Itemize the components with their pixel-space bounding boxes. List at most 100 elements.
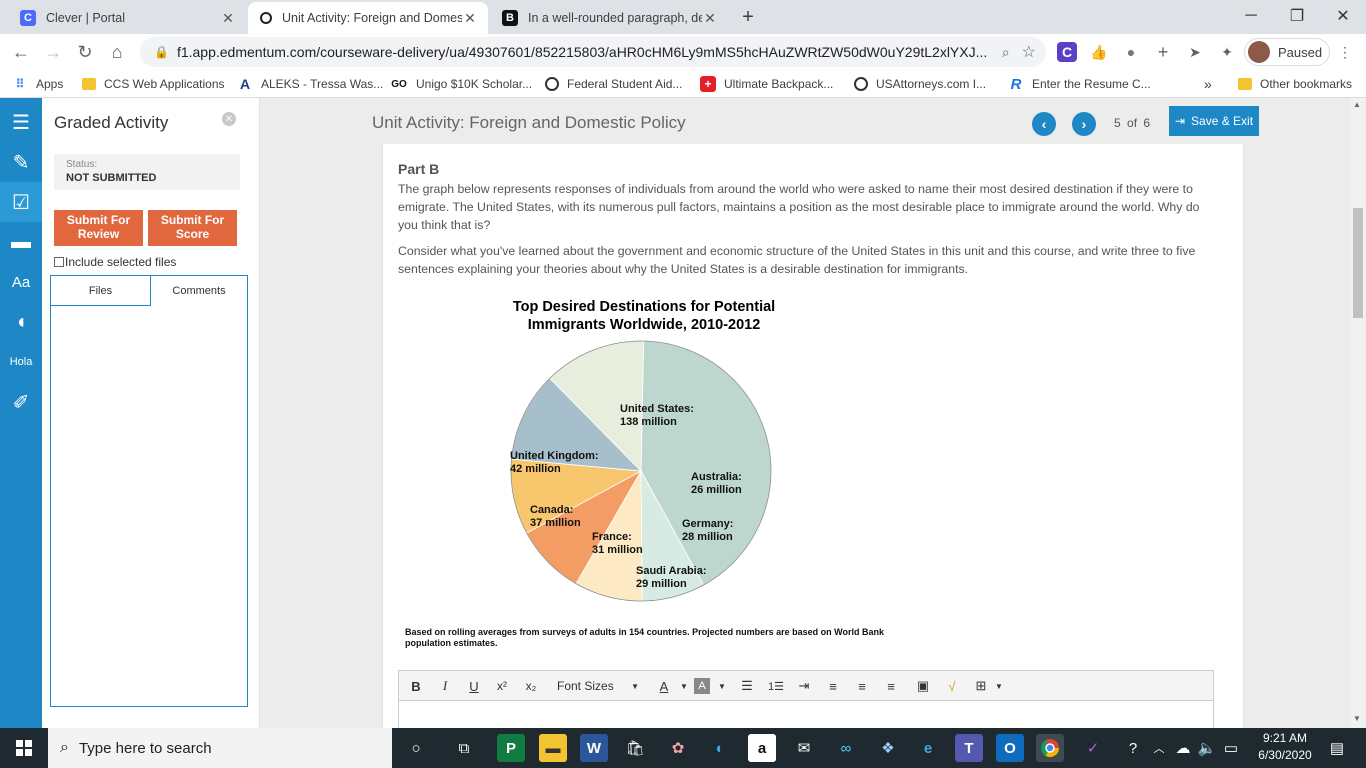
submit-for-review-button[interactable]: Submit For Review <box>54 210 143 246</box>
minimize-window-icon[interactable]: ─ <box>1228 0 1274 32</box>
outlook-icon[interactable]: O <box>996 734 1024 762</box>
font-sizes-dropdown[interactable]: Font Sizes ▼ <box>549 675 645 697</box>
table-chevron-icon[interactable]: ▼ <box>988 675 1010 697</box>
volume-icon[interactable]: 🔈 <box>1196 734 1218 762</box>
notes-icon[interactable]: ✎ <box>0 142 42 182</box>
scroll-down-icon[interactable]: ▼ <box>1353 714 1361 723</box>
task-view-icon[interactable]: ⧉ <box>450 734 478 762</box>
indent-icon[interactable]: ⇥ <box>793 675 815 697</box>
bookmark-ultimate-backpack[interactable]: + Ultimate Backpack... <box>700 74 833 94</box>
submit-for-score-button[interactable]: Submit For Score <box>148 210 237 246</box>
highlight-chevron-icon[interactable]: ▼ <box>711 675 733 697</box>
edge-icon[interactable]: ◐ <box>706 734 734 762</box>
send-extension-icon[interactable]: ➤ <box>1185 42 1205 62</box>
include-files-checkbox[interactable] <box>54 257 64 267</box>
bookmark-other-bookmarks[interactable]: Other bookmarks <box>1238 74 1352 94</box>
font-color-chevron-icon[interactable]: ▼ <box>673 675 695 697</box>
font-color-icon[interactable]: A <box>653 675 675 697</box>
scroll-up-icon[interactable]: ▲ <box>1353 100 1361 109</box>
close-tab-icon[interactable]: ✕ <box>462 10 478 27</box>
close-tab-icon[interactable]: ✕ <box>220 10 236 27</box>
help-icon[interactable]: ? <box>1122 734 1144 762</box>
taskbar-clock[interactable]: 9:21 AM 6/30/2020 <box>1250 730 1320 764</box>
scrollbar-thumb[interactable] <box>1353 208 1363 318</box>
microsoft-store-icon[interactable]: 🛍 <box>621 734 649 762</box>
profile-button[interactable]: Paused <box>1244 38 1330 66</box>
onedrive-icon[interactable]: ☁ <box>1172 734 1194 762</box>
publisher-icon[interactable]: P <box>497 734 525 762</box>
previous-page-icon[interactable]: ‹ <box>1032 112 1056 136</box>
align-center-icon[interactable]: ≡ <box>851 675 873 697</box>
align-right-icon[interactable]: ≡ <box>880 675 902 697</box>
bookmark-apps[interactable]: ⠿ Apps <box>12 74 64 94</box>
add-extension-icon[interactable]: + <box>1153 42 1173 62</box>
insert-image-icon[interactable]: ▣ <box>912 675 934 697</box>
windows-start-icon[interactable] <box>0 728 48 768</box>
chrome-menu-icon[interactable]: ⋮ <box>1335 42 1355 62</box>
superscript-icon[interactable]: x² <box>491 675 513 697</box>
notifications-icon[interactable]: ▤ <box>1324 734 1350 762</box>
tab-brainly[interactable]: B In a well-rounded paragraph, describe … <box>490 2 728 34</box>
taskbar-search-input[interactable]: ⌕ Type here to search <box>48 728 392 768</box>
bookmark-aleks[interactable]: A ALEKS - Tressa Was... <box>237 74 383 94</box>
bookmark-federal-student-aid[interactable]: Federal Student Aid... <box>545 74 682 94</box>
chrome-icon[interactable] <box>1036 734 1064 762</box>
tab-comments[interactable]: Comments <box>150 276 247 306</box>
subscript-icon[interactable]: x₂ <box>520 675 542 697</box>
show-hidden-icons-icon[interactable]: ︿ <box>1150 734 1168 762</box>
insert-equation-icon[interactable]: √ <box>941 675 963 697</box>
close-tab-icon[interactable]: ✕ <box>702 10 718 27</box>
dictionary-icon[interactable]: Aa <box>0 262 42 302</box>
teams-icon[interactable]: T <box>955 734 983 762</box>
forward-arrow-icon[interactable]: → <box>40 39 66 65</box>
home-icon[interactable]: ⌂ <box>104 39 130 65</box>
bookmark-unigo[interactable]: GO Unigo $10K Scholar... <box>390 74 532 94</box>
numbered-list-icon[interactable]: 1☰ <box>765 675 787 697</box>
puzzle-extensions-icon[interactable]: ✦ <box>1217 42 1237 62</box>
reload-icon[interactable]: ↻ <box>72 39 98 65</box>
search-icon[interactable]: ⌕ <box>1002 44 1010 61</box>
bookmark-usattorneys[interactable]: USAttorneys.com I... <box>854 74 986 94</box>
back-arrow-icon[interactable]: ← <box>8 39 34 65</box>
vpn-app-icon[interactable]: ✓ <box>1079 734 1107 762</box>
save-and-exit-button[interactable]: ⇥ Save & Exit <box>1169 106 1259 136</box>
italic-icon[interactable]: I <box>434 675 456 697</box>
translate-hola-icon[interactable]: Hola <box>0 342 42 382</box>
word-icon[interactable]: W <box>580 734 608 762</box>
paint-icon[interactable]: ✿ <box>664 734 692 762</box>
close-window-icon[interactable]: ✕ <box>1320 0 1366 32</box>
bookmark-resume[interactable]: R Enter the Resume C... <box>1008 74 1151 94</box>
mail-icon[interactable]: ✉ <box>790 734 818 762</box>
dropbox-icon[interactable]: ❖ <box>874 734 902 762</box>
tab-unit-activity[interactable]: Unit Activity: Foreign and Domestic Poli… <box>248 2 488 34</box>
restore-window-icon[interactable]: ❐ <box>1274 0 1320 32</box>
text-to-speech-icon[interactable]: ◖ <box>0 302 42 342</box>
vertical-scrollbar[interactable]: ▲ ▼ <box>1350 98 1366 728</box>
record-extension-icon[interactable]: ● <box>1121 42 1141 62</box>
folder-icon[interactable]: ▬ <box>0 222 42 262</box>
clever-extension-icon[interactable]: C <box>1057 42 1077 62</box>
address-bar[interactable]: 🔒 f1.app.edmentum.com/courseware-deliver… <box>140 37 1046 67</box>
response-editor[interactable]: B I U x² x₂ Font Sizes ▼ A ▼ A ▼ ☰ 1☰ ⇥ <box>398 670 1214 730</box>
bookmark-star-icon[interactable]: ☆ <box>1022 42 1036 62</box>
next-page-icon[interactable]: › <box>1072 112 1096 136</box>
thumbs-up-extension-icon[interactable]: 👍 <box>1089 42 1109 62</box>
close-panel-icon[interactable]: ✕ <box>222 112 236 126</box>
tab-files[interactable]: Files <box>51 276 150 306</box>
table-of-contents-icon[interactable]: ☰ <box>0 102 42 142</box>
underline-icon[interactable]: U <box>463 675 485 697</box>
internet-explorer-icon[interactable]: e <box>914 734 942 762</box>
file-explorer-icon[interactable]: ▬ <box>539 734 567 762</box>
battery-icon[interactable]: ▭ <box>1220 734 1242 762</box>
bookmarks-overflow-button[interactable]: » <box>1204 74 1212 94</box>
bookmark-ccs-web-applications[interactable]: CCS Web Applications <box>82 74 225 94</box>
graded-activity-icon[interactable]: ☑ <box>0 182 42 222</box>
highlight-color-icon[interactable]: A <box>694 678 710 694</box>
infinity-app-icon[interactable]: ∞ <box>832 734 860 762</box>
bold-icon[interactable]: B <box>405 675 427 697</box>
cortana-icon[interactable]: ○ <box>402 734 430 762</box>
tab-clever-portal[interactable]: C Clever | Portal ✕ <box>8 2 246 34</box>
new-tab-button[interactable]: + <box>736 5 760 29</box>
include-selected-files[interactable]: Include selected files <box>54 255 176 269</box>
highlighter-icon[interactable]: ✐ <box>0 382 42 422</box>
